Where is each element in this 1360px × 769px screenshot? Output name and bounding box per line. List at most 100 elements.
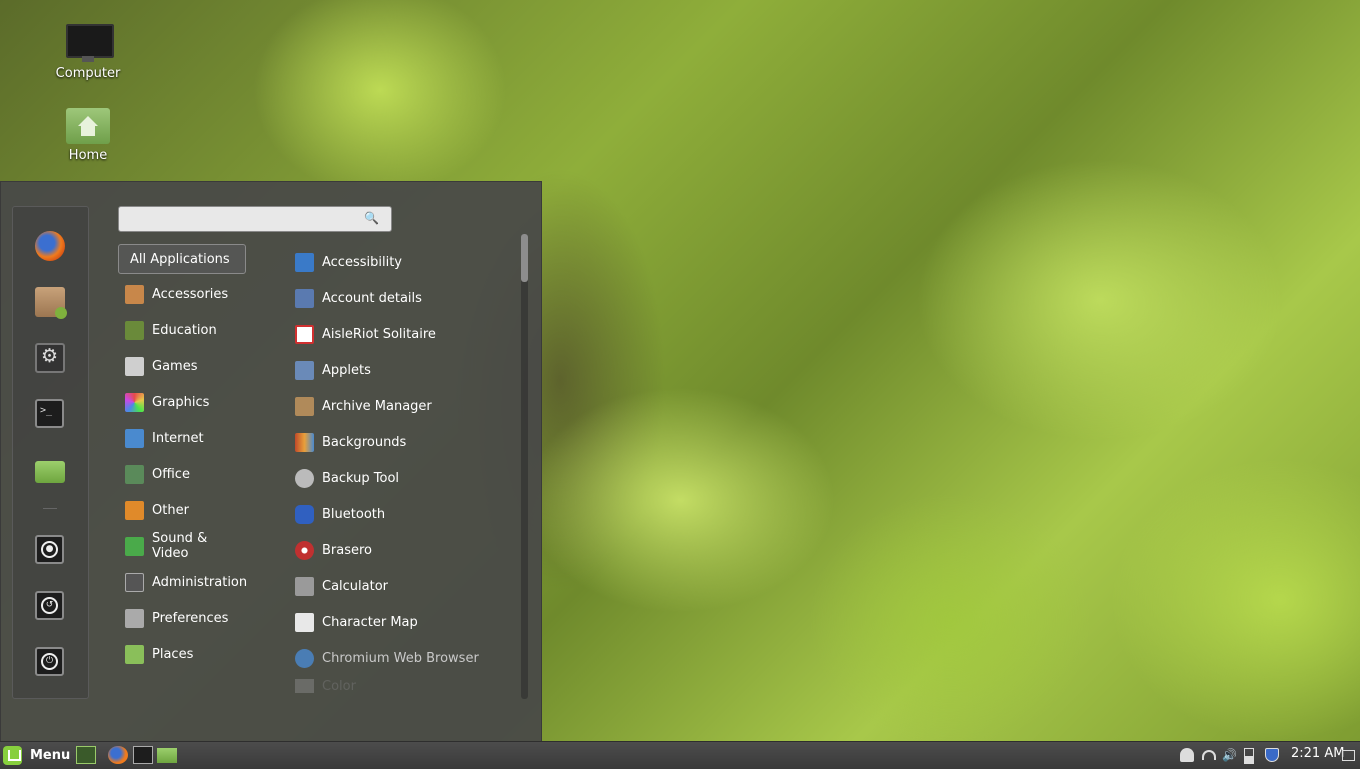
other-icon (125, 500, 144, 520)
firefox-launcher-icon[interactable] (108, 746, 128, 764)
workspace-switcher-icon[interactable] (1342, 750, 1355, 761)
menu-button[interactable]: Menu (3, 745, 70, 766)
preferences-icon (125, 608, 144, 628)
app-aisleriot-solitaire[interactable]: AisleRiot Solitaire (295, 320, 515, 348)
app-archive-manager[interactable]: Archive Manager (295, 392, 515, 420)
computer-icon (64, 22, 114, 64)
app-accessibility[interactable]: Accessibility (295, 248, 515, 276)
category-games[interactable]: Games (118, 351, 246, 381)
chromium-icon (295, 648, 314, 668)
search-box[interactable]: 🔍 (118, 206, 392, 232)
app-chromium-web-browser[interactable]: Chromium Web Browser (295, 644, 515, 672)
category-label: Other (152, 502, 189, 518)
category-administration[interactable]: Administration (118, 567, 248, 597)
app-label: Archive Manager (322, 398, 432, 414)
character-map-icon (295, 612, 314, 632)
category-internet[interactable]: Internet (118, 423, 246, 453)
games-icon (125, 356, 144, 376)
bluetooth-icon (295, 504, 314, 524)
category-label: Preferences (152, 610, 229, 626)
accessibility-icon (295, 252, 314, 272)
app-calculator[interactable]: Calculator (295, 572, 515, 600)
account-details-icon (295, 288, 314, 308)
files-folder-icon[interactable] (35, 461, 65, 483)
category-office[interactable]: Office (118, 459, 246, 489)
app-backgrounds[interactable]: Backgrounds (295, 428, 515, 456)
category-label: Graphics (152, 394, 210, 410)
system-settings-icon[interactable] (35, 343, 65, 373)
app-brasero[interactable]: Brasero (295, 536, 515, 564)
sound-video-icon (125, 536, 144, 556)
clock[interactable]: 2:21 AM (1291, 746, 1344, 761)
graphics-icon (125, 392, 144, 412)
app-label: Accessibility (322, 254, 402, 270)
category-places[interactable]: Places (118, 639, 246, 669)
desktop-icon-computer[interactable]: Computer (53, 22, 123, 81)
app-label: Backgrounds (322, 434, 407, 450)
category-label: Accessories (152, 286, 229, 302)
backup-tool-icon (295, 468, 314, 488)
category-label: Office (152, 466, 190, 482)
user-icon[interactable] (1180, 748, 1194, 762)
category-all-applications[interactable]: All Applications (118, 244, 246, 274)
desktop-icon-home[interactable]: Home (53, 104, 123, 163)
show-desktop-icon[interactable] (76, 746, 96, 764)
app-character-map[interactable]: Character Map (295, 608, 515, 636)
menu-button-label: Menu (30, 748, 71, 763)
lock-screen-icon[interactable]: ● (35, 535, 64, 564)
terminal-launcher-icon[interactable] (133, 746, 153, 764)
category-label: Sound & Video (152, 531, 208, 561)
category-education[interactable]: Education (118, 315, 246, 345)
app-label: Chromium Web Browser (322, 650, 479, 666)
app-label: Backup Tool (322, 470, 400, 486)
software-manager-icon[interactable] (35, 287, 67, 319)
firefox-icon[interactable] (35, 231, 65, 261)
app-label: Character Map (322, 614, 418, 630)
volume-icon[interactable]: 🔊 (1222, 748, 1237, 762)
app-bluetooth[interactable]: Bluetooth (295, 500, 515, 528)
files-launcher-icon[interactable] (157, 748, 177, 763)
applications-scrollbar[interactable] (521, 234, 528, 699)
battery-icon[interactable] (1244, 748, 1254, 764)
education-icon (125, 320, 144, 340)
app-applets[interactable]: Applets (295, 356, 515, 384)
wifi-icon[interactable] (1202, 750, 1216, 760)
favorites-bar: ● ↺ ⏻ (12, 206, 89, 699)
app-label: Brasero (322, 542, 373, 558)
app-label: Account details (322, 290, 422, 306)
category-label: Education (152, 322, 217, 338)
app-label: Bluetooth (322, 506, 386, 522)
color-icon (295, 679, 314, 693)
search-input[interactable] (125, 208, 359, 232)
app-label: Color (322, 679, 356, 693)
app-backup-tool[interactable]: Backup Tool (295, 464, 515, 492)
app-account-details[interactable]: Account details (295, 284, 515, 312)
shutdown-icon[interactable]: ⏻ (35, 647, 64, 676)
office-icon (125, 464, 144, 484)
category-preferences[interactable]: Preferences (118, 603, 246, 633)
brasero-disc-icon (295, 540, 314, 560)
internet-icon (125, 428, 144, 448)
backgrounds-icon (295, 432, 314, 452)
app-label: AisleRiot Solitaire (322, 326, 436, 342)
category-sound-video[interactable]: Sound & Video (118, 531, 246, 561)
desktop-icon-label: Computer (55, 66, 121, 81)
update-shield-icon[interactable] (1265, 748, 1279, 762)
category-label: Internet (152, 430, 204, 446)
terminal-icon[interactable] (35, 399, 64, 428)
category-label: All Applications (130, 251, 230, 267)
category-graphics[interactable]: Graphics (118, 387, 246, 417)
home-folder-icon (64, 104, 112, 146)
scrollbar-thumb[interactable] (521, 234, 528, 282)
logout-icon[interactable]: ↺ (35, 591, 64, 620)
category-other[interactable]: Other (118, 495, 246, 525)
calculator-icon (295, 576, 314, 596)
app-color[interactable]: Color (295, 679, 515, 693)
favorites-separator (43, 508, 57, 509)
category-accessories[interactable]: Accessories (118, 279, 246, 309)
desktop-icon-label: Home (68, 148, 108, 163)
applets-icon (295, 360, 314, 380)
taskbar-panel: Menu 🔊 2:21 AM (0, 741, 1360, 769)
accessories-icon (125, 284, 144, 304)
category-label: Administration (152, 574, 248, 590)
